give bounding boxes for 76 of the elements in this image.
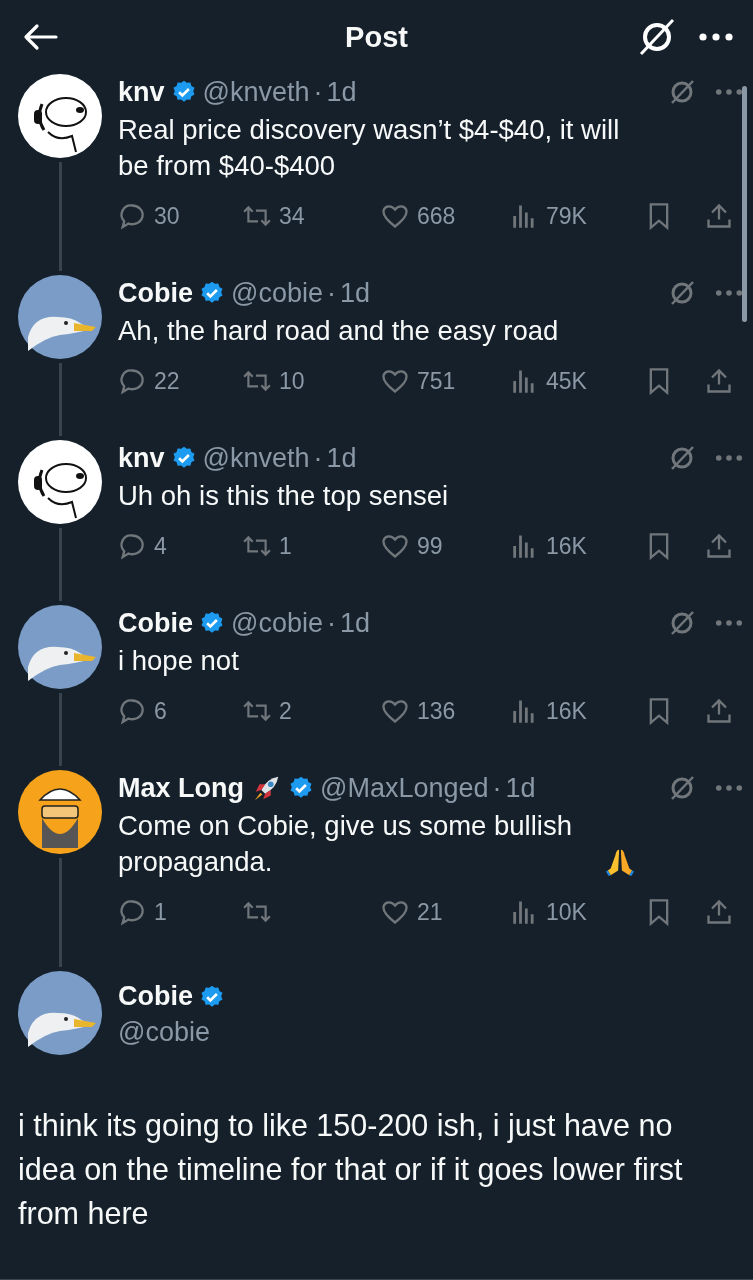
reply-count: 1 [154,898,167,926]
post-text: Real price discovery wasn’t $4-$40, it will be from $40-$400 [118,113,621,183]
avatar[interactable] [18,770,102,854]
reply-icon[interactable] [118,532,146,560]
heart-icon[interactable] [381,367,409,395]
separator-dot: · [313,76,323,108]
author-handle[interactable]: @cobie [231,607,323,639]
praying-hands-icon [605,847,635,877]
post-text: i hope not [118,644,239,678]
share-icon[interactable] [705,202,733,230]
like-count: 668 [417,202,456,230]
more-icon[interactable] [699,33,733,41]
avatar[interactable] [18,275,102,359]
author-name[interactable]: Cobie [118,607,193,639]
repost-count: 34 [279,202,305,230]
author-name[interactable]: Cobie [118,981,193,1012]
repost-count: 1 [279,532,292,560]
post-text: Uh oh is this the top sensei [118,479,449,513]
reply-count: 22 [154,367,180,395]
heart-icon[interactable] [381,202,409,230]
post-time: 1d [326,442,357,474]
author-handle[interactable]: @knveth [202,76,310,108]
reply-icon[interactable] [118,202,146,230]
author-handle[interactable]: @cobie [231,277,323,309]
avatar[interactable] [18,74,102,158]
post-time: 1d [340,607,371,639]
more-icon[interactable] [715,88,743,96]
view-count: 16K [546,532,587,560]
view-count: 45K [546,367,587,395]
share-icon[interactable] [705,367,733,395]
like-count: 751 [417,367,456,395]
heart-icon[interactable] [381,532,409,560]
author-handle[interactable]: @cobie [118,1016,225,1048]
view-count: 10K [546,898,587,926]
post-time: 1d [340,277,371,309]
author-handle[interactable]: @MaxLonged [320,772,489,804]
separator-dot: · [327,607,336,639]
share-icon[interactable] [705,898,733,926]
author-name[interactable]: knv [118,76,165,108]
share-icon[interactable] [705,532,733,560]
avatar[interactable] [18,605,102,689]
page-title: Post [344,20,409,54]
back-arrow-icon[interactable] [22,22,58,52]
post-text: i think its going to like 150-200 ish, i just have no idea on the timeline for that or if it goes lower first from here [18,1107,684,1232]
repost-count: 10 [279,367,305,395]
avatar[interactable] [18,440,102,524]
repost-count: 2 [279,697,292,725]
reply-count: 6 [154,697,167,725]
share-icon[interactable] [705,697,733,725]
like-count: 136 [417,697,456,725]
separator-dot: · [313,442,323,474]
slashed-circle-icon[interactable] [637,17,677,57]
scrollbar[interactable] [742,86,747,322]
separator-dot: · [327,277,336,309]
post-text: Come on Cobie, give us some bullish propaganda. [118,809,573,879]
separator-dot: · [492,772,502,804]
author-handle[interactable]: @knveth [202,442,310,474]
reply-icon[interactable] [118,898,146,926]
author-name[interactable]: knv [118,442,165,474]
like-count: 99 [417,532,443,560]
view-count: 79K [546,202,587,230]
heart-icon[interactable] [381,697,409,725]
view-count: 16K [546,697,587,725]
heart-icon[interactable] [381,898,409,926]
reply-count: 30 [154,202,180,230]
reply-icon[interactable] [118,697,146,725]
post-text: Ah, the hard road and the easy road [118,314,559,348]
like-count: 21 [417,898,443,926]
avatar[interactable] [18,971,102,1055]
post-time: 1d [505,772,536,804]
more-icon[interactable] [715,289,743,297]
post-time: 1d [326,76,357,108]
reply-count: 4 [154,532,167,560]
author-name[interactable]: Cobie [118,277,193,309]
author-name[interactable]: Max Long [118,772,244,804]
reply-icon[interactable] [118,367,146,395]
